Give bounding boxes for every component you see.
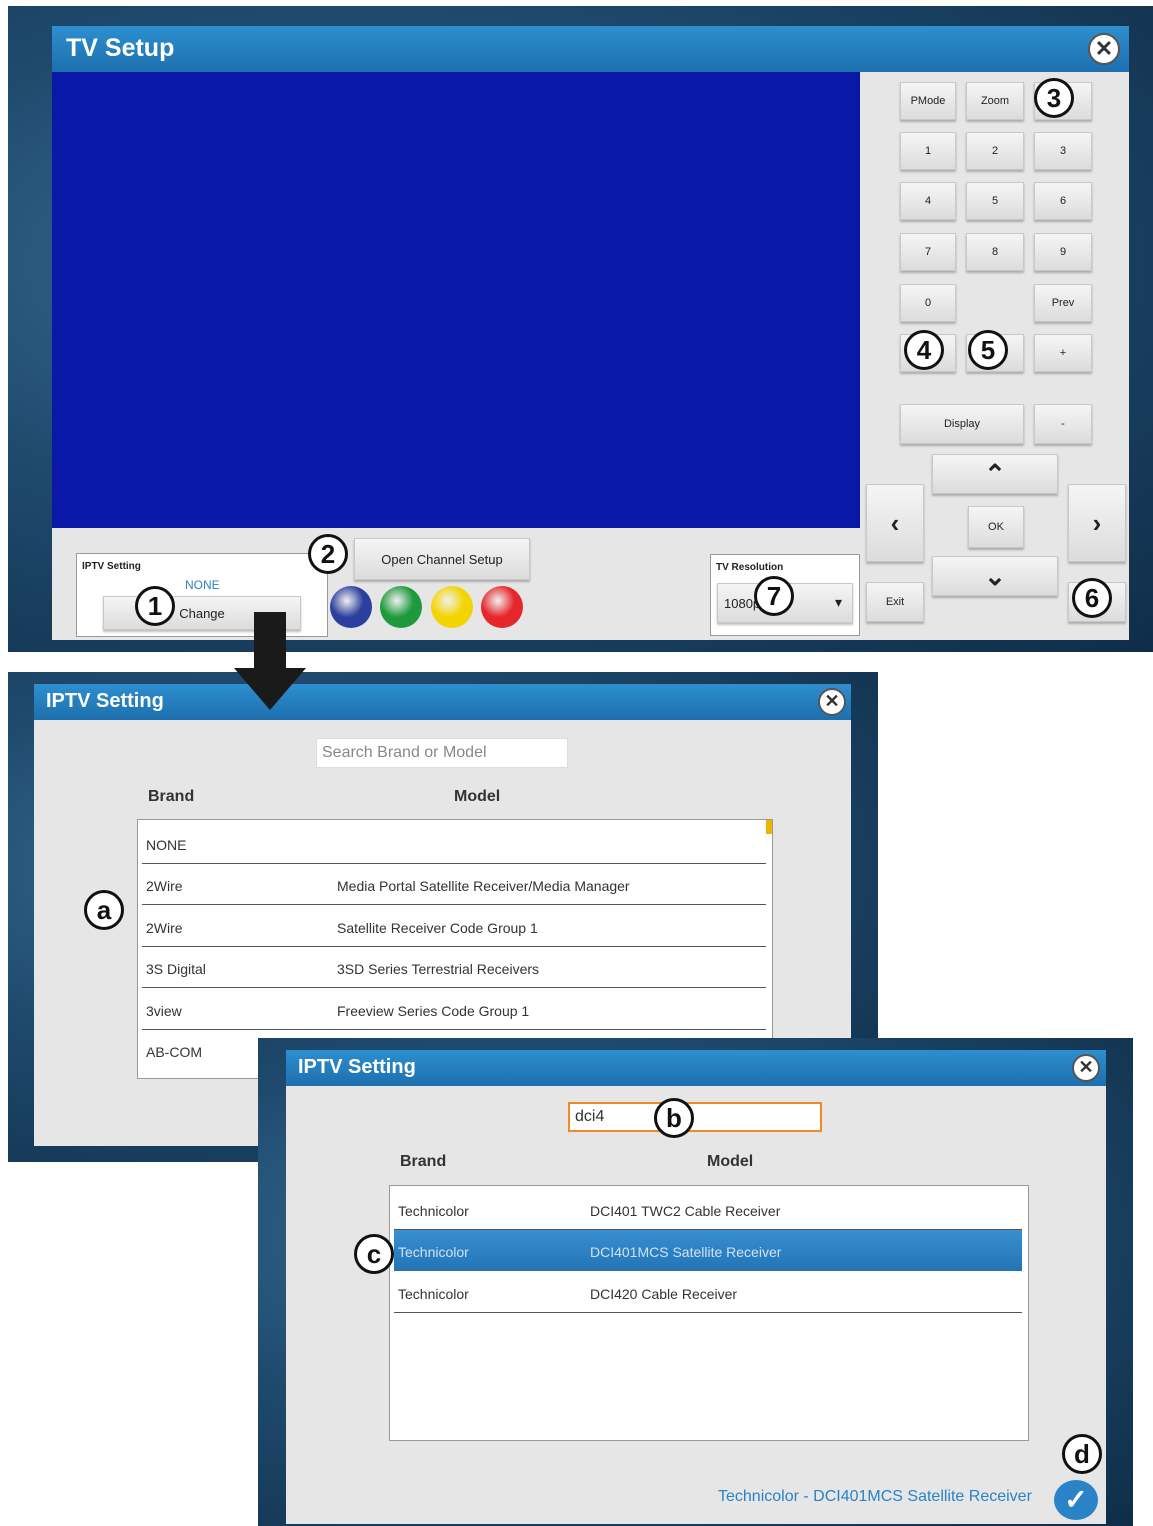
callout-5: 5 xyxy=(968,330,1008,370)
left-arrow-button[interactable]: ‹ xyxy=(866,484,924,562)
tv-preview-screen xyxy=(52,72,860,528)
callout-3: 3 xyxy=(1034,78,1074,118)
down-arrow-button[interactable]: ⌄ xyxy=(932,556,1058,596)
digit-4-button[interactable]: 4 xyxy=(900,182,956,220)
brand-cell: NONE xyxy=(146,837,187,853)
model-cell: Media Portal Satellite Receiver/Media Ma… xyxy=(337,878,630,894)
model-cell: DCI401 TWC2 Cable Receiver xyxy=(590,1203,781,1219)
callout-c: c xyxy=(354,1234,394,1274)
callout-7: 7 xyxy=(754,576,794,616)
chevron-down-icon: ▾ xyxy=(834,594,842,610)
red-button[interactable] xyxy=(481,586,523,628)
tv-resolution-label: TV Resolution xyxy=(716,562,784,573)
green-button[interactable] xyxy=(380,586,422,628)
digit-5-button[interactable]: 5 xyxy=(966,182,1024,220)
digit-7-button[interactable]: 7 xyxy=(900,233,956,271)
brand-cell: Technicolor xyxy=(398,1203,469,1219)
window-title: TV Setup xyxy=(52,26,1129,72)
iptv-setting-label: IPTV Setting xyxy=(82,561,141,572)
callout-b: b xyxy=(654,1098,694,1138)
digit-0-button[interactable]: 0 xyxy=(900,284,956,322)
iptv-setting-value: NONE xyxy=(185,578,220,592)
brand-cell: 3S Digital xyxy=(146,961,206,977)
display-button[interactable]: Display xyxy=(900,404,1024,444)
close-icon[interactable]: ✕ xyxy=(1088,33,1120,65)
brand-column-header: Brand xyxy=(400,1153,447,1170)
pmode-button[interactable]: PMode xyxy=(900,82,956,120)
callout-2: 2 xyxy=(308,534,348,574)
list-item[interactable]: 2Wire Satellite Receiver Code Group 1 xyxy=(142,906,766,947)
dialog-title: IPTV Setting xyxy=(34,684,851,720)
callout-6: 6 xyxy=(1072,578,1112,618)
brand-cell: AB-COM xyxy=(146,1044,202,1060)
brand-column-header: Brand xyxy=(148,788,195,805)
brand-cell: 3view xyxy=(146,1003,182,1019)
ok-button[interactable]: OK xyxy=(968,506,1024,548)
digit-6-button[interactable]: 6 xyxy=(1034,182,1092,220)
zoom-button[interactable]: Zoom xyxy=(966,82,1024,120)
flow-arrow-icon xyxy=(234,612,306,710)
confirm-check-button[interactable]: ✓ xyxy=(1054,1480,1098,1520)
plus-button[interactable]: + xyxy=(1034,334,1092,372)
prev-button[interactable]: Prev xyxy=(1034,284,1092,322)
brand-cell: Technicolor xyxy=(398,1286,469,1302)
list-item[interactable]: Technicolor DCI420 Cable Receiver xyxy=(394,1272,1022,1313)
list-item[interactable]: Technicolor DCI401 TWC2 Cable Receiver xyxy=(394,1189,1022,1230)
selection-summary: Technicolor - DCI401MCS Satellite Receiv… xyxy=(718,1488,1032,1505)
dialog-title: IPTV Setting xyxy=(286,1050,1106,1086)
model-cell: Freeview Series Code Group 1 xyxy=(337,1003,530,1019)
model-cell: 3SD Series Terrestrial Receivers xyxy=(337,961,540,977)
list-item[interactable]: 3view Freeview Series Code Group 1 xyxy=(142,989,766,1030)
close-icon[interactable]: ✕ xyxy=(818,688,846,716)
yellow-button[interactable] xyxy=(431,586,473,628)
digit-2-button[interactable]: 2 xyxy=(966,132,1024,170)
right-arrow-button[interactable]: › xyxy=(1068,484,1126,562)
brand-cell: 2Wire xyxy=(146,920,183,936)
callout-4: 4 xyxy=(904,330,944,370)
exit-button[interactable]: Exit xyxy=(866,582,924,622)
model-column-header: Model xyxy=(454,788,501,805)
search-input[interactable] xyxy=(316,738,568,768)
brand-cell: 2Wire xyxy=(146,878,183,894)
digit-3-button[interactable]: 3 xyxy=(1034,132,1092,170)
model-cell: DCI401MCS Satellite Receiver xyxy=(590,1244,782,1260)
callout-1: 1 xyxy=(135,586,175,626)
list-item-selected[interactable]: Technicolor DCI401MCS Satellite Receiver xyxy=(394,1230,1022,1271)
list-item[interactable]: NONE xyxy=(142,823,766,864)
brand-cell: Technicolor xyxy=(398,1244,469,1260)
scrollbar-thumb[interactable] xyxy=(766,820,772,834)
iptv-setting-dialog-2: IPTV Setting ✕ Brand Model Technicolor D… xyxy=(286,1050,1106,1524)
list-item[interactable]: 3S Digital 3SD Series Terrestrial Receiv… xyxy=(142,947,766,988)
model-cell: Satellite Receiver Code Group 1 xyxy=(337,920,538,936)
list-item[interactable]: 2Wire Media Portal Satellite Receiver/Me… xyxy=(142,864,766,905)
open-channel-setup-button[interactable]: Open Channel Setup xyxy=(354,538,530,580)
close-icon[interactable]: ✕ xyxy=(1072,1054,1100,1082)
blue-button[interactable] xyxy=(330,586,372,628)
tv-setup-panel: TV Setup ✕ PMode Zoom 1 2 3 4 5 6 7 8 9 … xyxy=(8,6,1153,652)
search-input[interactable] xyxy=(568,1102,822,1132)
callout-d: d xyxy=(1062,1434,1102,1474)
digit-1-button[interactable]: 1 xyxy=(900,132,956,170)
model-column-header: Model xyxy=(707,1153,754,1170)
digit-8-button[interactable]: 8 xyxy=(966,233,1024,271)
tv-setup-window: TV Setup ✕ PMode Zoom 1 2 3 4 5 6 7 8 9 … xyxy=(52,26,1129,640)
minus-button[interactable]: - xyxy=(1034,404,1092,444)
model-cell: DCI420 Cable Receiver xyxy=(590,1286,738,1302)
iptv-setting-panel-2: IPTV Setting ✕ Brand Model Technicolor D… xyxy=(258,1038,1133,1526)
device-list[interactable]: Technicolor DCI401 TWC2 Cable Receiver T… xyxy=(389,1185,1029,1441)
callout-a: a xyxy=(84,890,124,930)
digit-9-button[interactable]: 9 xyxy=(1034,233,1092,271)
up-arrow-button[interactable]: ⌃ xyxy=(932,454,1058,494)
